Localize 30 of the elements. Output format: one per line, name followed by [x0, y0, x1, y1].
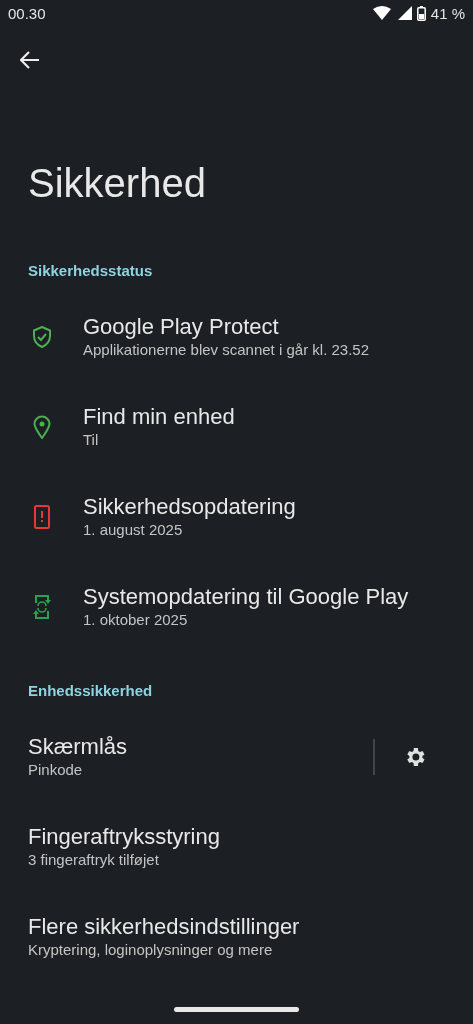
page-title: Sikkerhed [28, 160, 207, 207]
item-title: Fingeraftryksstyring [28, 824, 221, 850]
settings-item[interactable]: Skærmlås Pinkode [0, 712, 473, 802]
item-title: Sikkerhedsopdatering [83, 494, 297, 520]
settings-item[interactable]: Flere sikkerhedsindstillinger Kryptering, loginoplysninger og mere [0, 892, 473, 982]
wifi-icon [372, 6, 393, 20]
item-title: Skærmlås [28, 734, 128, 760]
settings-item[interactable]: Google Play Protect Applikationerne blev scannet i går kl. 23.52 [0, 292, 473, 382]
item-subtitle: Til [83, 430, 100, 450]
item-title: Google Play Protect [83, 314, 280, 340]
settings-item[interactable]: Systemopdatering til Google Play 1. oktober 2025 [0, 562, 473, 652]
settings-item[interactable]: Fingeraftryksstyring 3 fingeraftryk tilføjet [0, 802, 473, 892]
section-header: Sikkerhedsstatus [28, 261, 154, 281]
settings-item[interactable]: Sikkerhedsopdatering 1. august 2025 [0, 472, 473, 562]
item-subtitle: Kryptering, loginoplysninger og mere [28, 940, 274, 960]
item-subtitle: 3 fingeraftryk tilføjet [28, 850, 160, 870]
clock: 00.30 [8, 4, 46, 22]
settings-item[interactable]: Find min enhed Til [0, 382, 473, 472]
item-title: Flere sikkerhedsindstillinger [28, 914, 301, 940]
item-subtitle: Pinkode [28, 760, 84, 780]
signal-icon [397, 6, 412, 20]
item-subtitle: 1. oktober 2025 [83, 610, 189, 630]
battery-icon [416, 5, 426, 21]
item-subtitle: Applikationerne blev scannet i går kl. 23.52 [83, 340, 370, 360]
item-title: Find min enhed [83, 404, 236, 430]
item-subtitle: 1. august 2025 [83, 520, 184, 540]
section-header: Enhedssikkerhed [28, 681, 154, 701]
item-title: Systemopdatering til Google Play [83, 584, 410, 610]
battery-level: 41 % [430, 4, 465, 22]
back-arrow-icon[interactable] [20, 51, 40, 69]
